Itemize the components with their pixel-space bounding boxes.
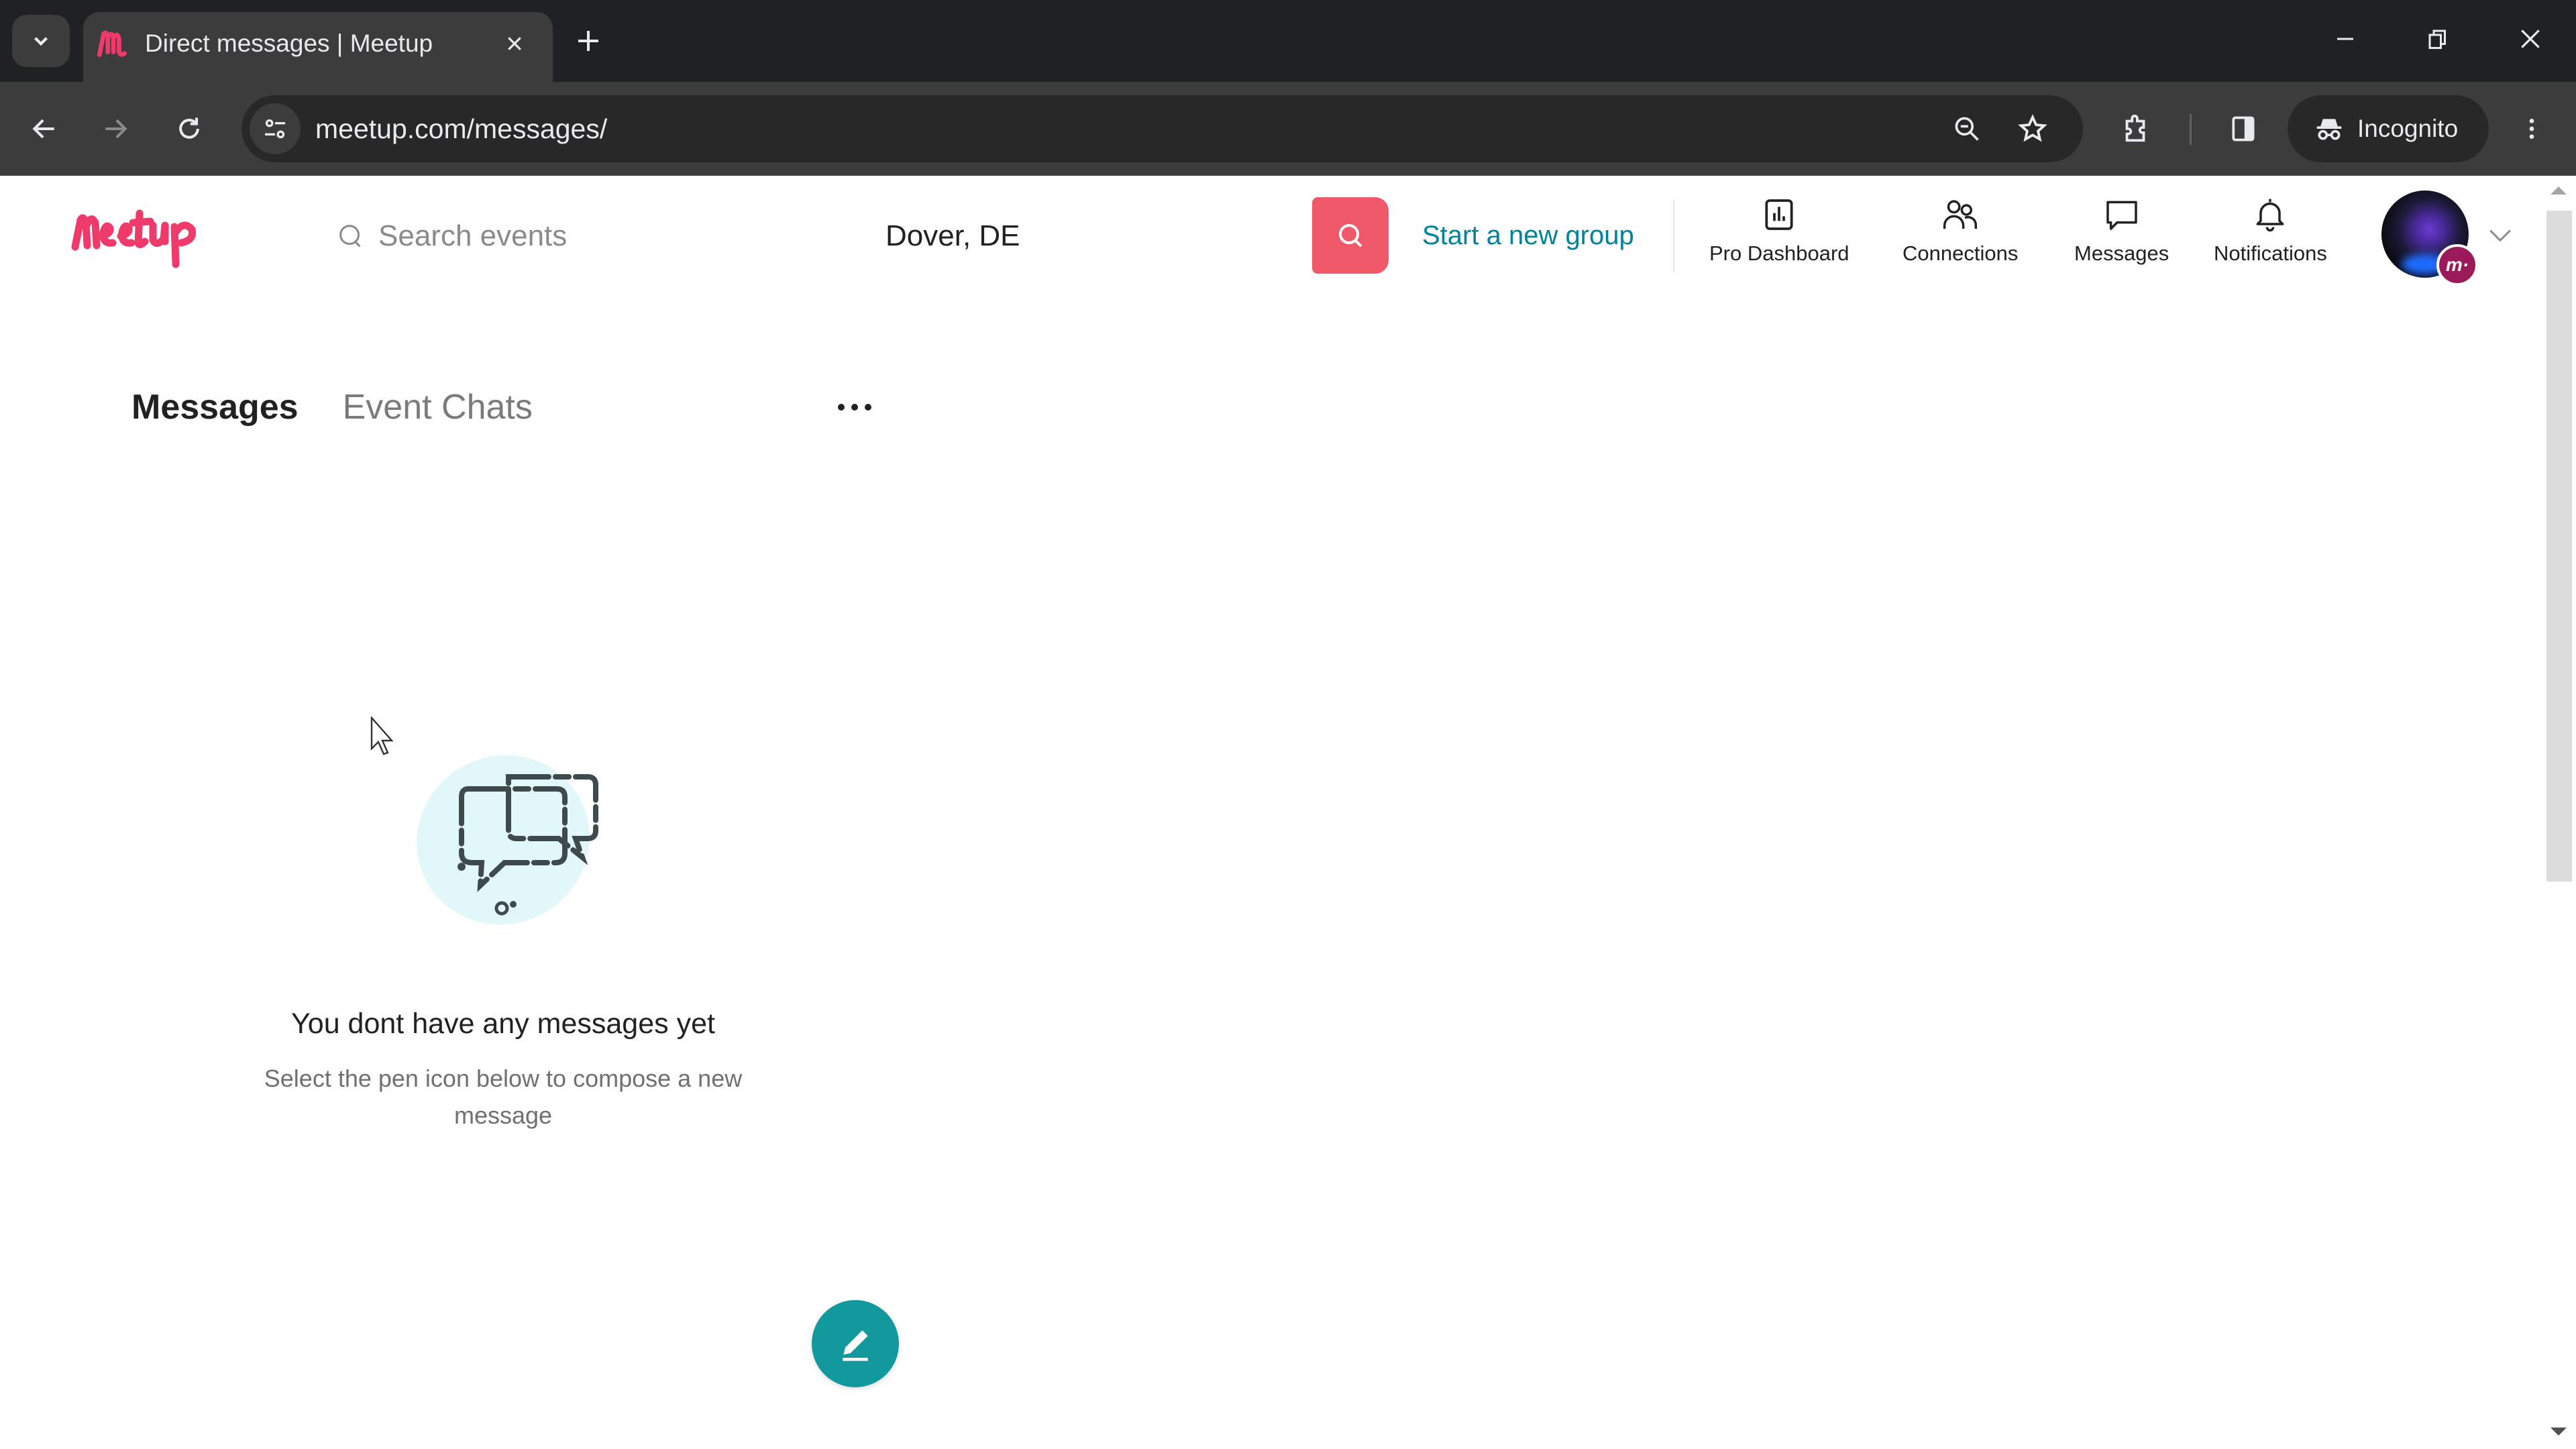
puzzle-icon — [2125, 114, 2145, 142]
start-new-group-link[interactable]: Start a new group — [1422, 213, 1634, 258]
tab-close-button[interactable] — [499, 28, 530, 59]
restore-button[interactable] — [2418, 19, 2458, 59]
incognito-icon — [2316, 119, 2342, 140]
chat-bubble-icon — [2106, 201, 2137, 230]
star-icon — [2018, 114, 2047, 142]
url-text[interactable]: meetup.com/messages/ — [315, 95, 607, 162]
incognito-label: Incognito — [2357, 115, 2459, 142]
mouse-cursor — [370, 716, 394, 755]
browser-tab-active[interactable]: Direct messages | Meetup — [83, 12, 553, 82]
meetup-logo[interactable] — [70, 203, 246, 270]
bookmark-button[interactable] — [2014, 110, 2051, 148]
extensions-button[interactable] — [2114, 107, 2157, 150]
nav-messages[interactable]: Messages — [2074, 193, 2169, 280]
scrollbar-thumb[interactable] — [2546, 211, 2572, 881]
nav-pro-dashboard[interactable]: Pro Dashboard — [1709, 193, 1849, 280]
nav-label: Connections — [1902, 241, 2019, 265]
reload-button[interactable] — [168, 107, 211, 150]
kebab-menu-icon — [2529, 119, 2534, 139]
empty-state-title: You dont have any messages yet — [291, 1008, 715, 1040]
nav-label: Pro Dashboard — [1709, 241, 1849, 265]
people-icon — [1943, 200, 1978, 229]
plus-icon — [578, 31, 598, 51]
site-info-button[interactable] — [250, 103, 301, 154]
page-scrollbar[interactable] — [2542, 176, 2576, 1449]
browser-menu-button[interactable] — [2510, 107, 2553, 150]
nav-connections[interactable]: Connections — [1902, 193, 2018, 280]
chevron-down-icon — [34, 37, 48, 46]
arrow-right-icon — [105, 119, 127, 139]
tab-event-chats[interactable]: Event Chats — [343, 384, 533, 431]
more-options-button[interactable] — [829, 390, 880, 424]
zoom-button[interactable] — [1948, 110, 1986, 148]
search-events-input[interactable] — [378, 219, 848, 253]
tune-icon — [265, 119, 285, 139]
chevron-down-icon — [2489, 229, 2511, 242]
nav-label: Messages — [2074, 241, 2169, 265]
search-icon — [339, 225, 361, 248]
back-button[interactable] — [23, 107, 66, 150]
scroll-down-arrow[interactable] — [2551, 1428, 2567, 1436]
browser-tab-bar: Direct messages | Meetup — [0, 0, 2576, 82]
compose-message-button[interactable] — [812, 1300, 899, 1387]
search-submit-button[interactable] — [1312, 197, 1389, 274]
search-icon — [1339, 224, 1362, 248]
bar-chart-icon — [1765, 199, 1793, 230]
tab-title: Direct messages | Meetup — [145, 30, 433, 57]
tab-search-button[interactable] — [12, 15, 70, 67]
side-panel-icon — [2232, 116, 2255, 142]
tab-messages[interactable]: Messages — [131, 384, 299, 431]
forward-button[interactable] — [94, 107, 137, 150]
reload-icon — [179, 117, 199, 139]
search-events-field[interactable] — [335, 209, 859, 263]
minimize-icon — [2337, 38, 2353, 40]
meetup-favicon — [97, 30, 127, 57]
page-content: Dover, DE Start a new group Pro Dashboar… — [0, 176, 2576, 1449]
empty-state-subtitle: Select the pen icon below to compose a n… — [264, 1065, 743, 1129]
header-divider — [1673, 200, 1674, 272]
pen-icon — [843, 1330, 868, 1361]
minimize-button[interactable] — [2325, 19, 2365, 59]
chat-bubbles-illustration — [417, 755, 598, 925]
profile-menu-toggle[interactable] — [2482, 217, 2518, 254]
more-horizontal-icon — [838, 404, 871, 411]
zoom-out-icon — [1955, 117, 1979, 141]
close-icon — [2521, 30, 2540, 48]
scroll-up-arrow[interactable] — [2551, 186, 2567, 195]
side-panel-button[interactable] — [2222, 107, 2265, 150]
incognito-indicator[interactable]: Incognito — [2288, 95, 2489, 162]
nav-label: Notifications — [2214, 241, 2327, 265]
arrow-left-icon — [32, 119, 54, 139]
meetup-plus-badge: m· — [2436, 244, 2478, 286]
nav-notifications[interactable]: Notifications — [2214, 193, 2327, 280]
restore-icon — [2428, 30, 2446, 49]
toolbar-divider — [2190, 114, 2192, 145]
location-input[interactable]: Dover, DE — [885, 209, 1288, 263]
browser-toolbar: meetup.com/messages/ Incognito — [0, 82, 2576, 176]
address-bar[interactable]: meetup.com/messages/ — [241, 95, 2083, 162]
new-tab-button[interactable] — [570, 23, 606, 59]
close-icon — [508, 37, 521, 50]
message-tabs: Messages Event Chats — [131, 384, 533, 431]
bell-icon — [2257, 199, 2284, 232]
close-window-button[interactable] — [2510, 19, 2551, 59]
